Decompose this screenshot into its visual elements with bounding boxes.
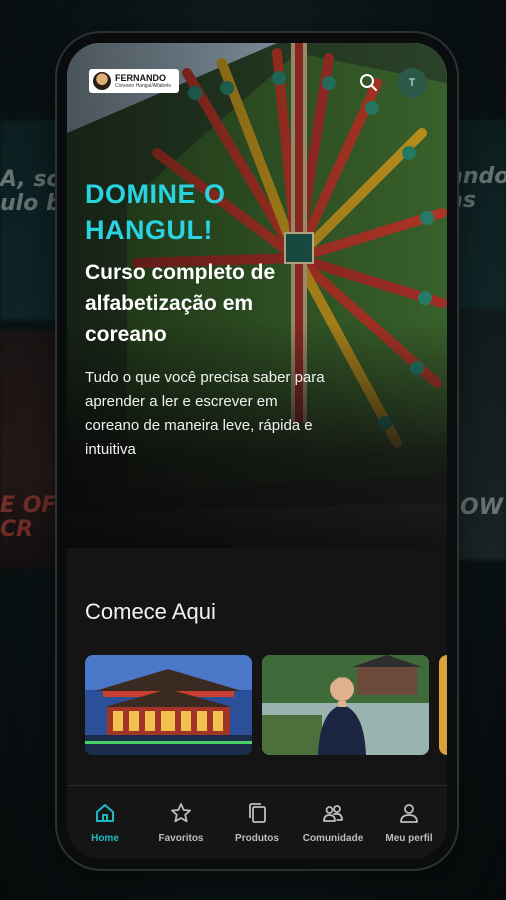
star-icon [171, 803, 191, 823]
nav-label-meu-perfil: Meu perfil [385, 833, 433, 844]
home-icon [96, 804, 114, 822]
palace-thumbnail [85, 655, 252, 755]
top-bar: FERNANDO Coreano Hangul/Alfabeto T [67, 43, 447, 123]
user-icon [400, 804, 418, 823]
community-icon [323, 805, 343, 822]
nav-divider [67, 785, 447, 786]
nav-label-comunidade: Comunidade [302, 833, 364, 844]
nav-item-meu-perfil[interactable]: Meu perfil [371, 787, 447, 859]
copy-icon [249, 803, 266, 823]
hero-kicker: DOMINE O HANGUL! [85, 179, 226, 245]
nav-label-home: Home [91, 833, 119, 844]
search-icon [360, 74, 377, 91]
nav-item-comunidade[interactable]: Comunidade [295, 787, 371, 859]
course-card-palace[interactable] [85, 655, 252, 755]
phone-frame: FERNANDO Coreano Hangul/Alfabeto T DOMIN… [57, 33, 457, 869]
hero-banner: FERNANDO Coreano Hangul/Alfabeto T DOMIN… [67, 43, 447, 548]
user-avatar[interactable]: T [397, 68, 427, 98]
course-card-partial[interactable] [439, 655, 447, 755]
background-text-right-bottom: OW [460, 495, 503, 520]
search-button[interactable] [357, 71, 381, 95]
course-card-presenter[interactable] [262, 655, 429, 755]
section-title: Comece Aqui [85, 599, 216, 624]
bottom-navigation: Home Favoritos Produtos Comunidade Meu p… [67, 787, 447, 859]
logo-avatar [93, 72, 111, 90]
avatar-initial: T [408, 77, 416, 89]
nav-label-produtos: Produtos [235, 833, 279, 844]
nav-item-produtos[interactable]: Produtos [219, 787, 295, 859]
app-screen: FERNANDO Coreano Hangul/Alfabeto T DOMIN… [67, 43, 447, 859]
logo-subtitle: Coreano Hangul/Alfabeto [115, 83, 172, 89]
brand-logo[interactable]: FERNANDO Coreano Hangul/Alfabeto [89, 69, 179, 93]
presenter-thumbnail [262, 655, 429, 755]
hero-description: Tudo o que você precisa saber para apren… [85, 369, 325, 458]
logo-name: FERNANDO [115, 73, 166, 83]
hero-title: Curso completo de alfabetização em corea… [85, 261, 276, 346]
nav-label-favoritos: Favoritos [158, 833, 204, 844]
course-carousel[interactable] [85, 655, 447, 757]
nav-item-home[interactable]: Home [67, 787, 143, 859]
nav-item-favoritos[interactable]: Favoritos [143, 787, 219, 859]
logo-text: FERNANDO Coreano Hangul/Alfabeto [115, 73, 171, 89]
